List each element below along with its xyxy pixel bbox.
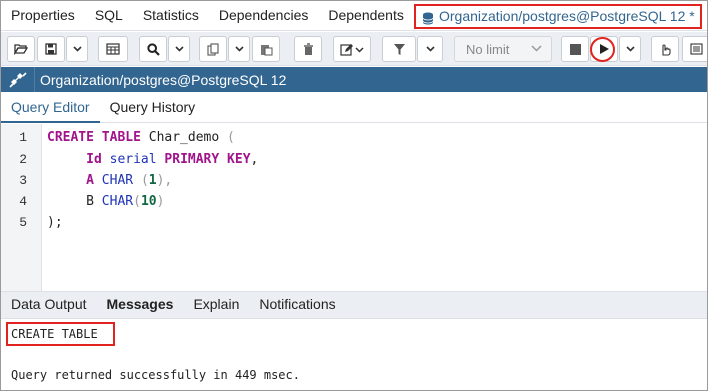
copy-button[interactable] bbox=[199, 36, 227, 62]
editor-title: Organization/postgres@PostgreSQL 12 bbox=[40, 71, 287, 88]
column-type: serial bbox=[109, 152, 157, 167]
edit-grid-button[interactable] bbox=[98, 36, 128, 62]
copy-dropdown-button[interactable] bbox=[228, 36, 250, 62]
tab-explain[interactable]: Explain bbox=[183, 291, 249, 319]
line-number: 3 bbox=[19, 173, 27, 188]
column-type: CHAR bbox=[101, 194, 134, 209]
cancel-query-button[interactable] bbox=[561, 36, 589, 62]
tab-query-tool-label: Organization/postgres@PostgreSQL 12 * bbox=[439, 8, 695, 24]
delete-button[interactable] bbox=[294, 36, 322, 62]
line-number: 2 bbox=[19, 152, 27, 167]
table-name: Char_demo bbox=[140, 130, 228, 145]
paste-button[interactable] bbox=[252, 36, 280, 62]
execute-dropdown-button[interactable] bbox=[619, 36, 641, 62]
line-number-gutter: 1 2 3 4 5 bbox=[1, 124, 42, 292]
line-number: 5 bbox=[19, 215, 27, 230]
length-number: 10 bbox=[140, 194, 157, 209]
save-icon bbox=[45, 43, 57, 55]
copy-icon bbox=[206, 42, 219, 56]
folder-open-icon bbox=[14, 44, 28, 55]
edit-button[interactable] bbox=[333, 36, 371, 62]
trash-icon bbox=[303, 42, 313, 55]
table-icon bbox=[106, 43, 120, 55]
search-icon bbox=[146, 42, 160, 56]
tab-query-history[interactable]: Query History bbox=[100, 93, 206, 123]
paren: ( bbox=[140, 173, 149, 188]
find-button[interactable] bbox=[139, 36, 167, 62]
paren: ( bbox=[133, 194, 141, 209]
row-limit-value: No limit bbox=[466, 41, 510, 57]
chevron-down-icon bbox=[531, 45, 542, 52]
list-icon bbox=[689, 43, 703, 55]
tab-sql[interactable]: SQL bbox=[85, 1, 133, 31]
query-toolbar: No limit bbox=[1, 32, 707, 66]
line-number: 4 bbox=[19, 194, 27, 209]
query-tool-window: Properties SQL Statistics Dependencies D… bbox=[0, 0, 708, 391]
paren: ), bbox=[156, 173, 173, 188]
tab-statistics[interactable]: Statistics bbox=[133, 1, 209, 31]
results-tab-bar: Data Output Messages Explain Notificatio… bbox=[1, 291, 707, 319]
chevron-down-icon bbox=[425, 46, 435, 52]
database-icon bbox=[422, 10, 434, 25]
editor-title-bar: Organization/postgres@PostgreSQL 12 bbox=[1, 67, 707, 92]
commit-button[interactable] bbox=[651, 36, 679, 62]
tab-query-tool[interactable]: Organization/postgres@PostgreSQL 12 * bbox=[414, 4, 702, 29]
paren: ( bbox=[227, 130, 235, 145]
comma: , bbox=[250, 152, 259, 167]
edit-icon bbox=[340, 43, 364, 56]
messages-panel: CREATE TABLE Query returned successfully… bbox=[1, 320, 707, 390]
save-dropdown-button[interactable] bbox=[66, 36, 88, 62]
find-dropdown-button[interactable] bbox=[168, 36, 190, 62]
tab-query-editor[interactable]: Query Editor bbox=[1, 93, 100, 123]
top-tab-bar: Properties SQL Statistics Dependencies D… bbox=[1, 1, 707, 31]
code-line: ); bbox=[47, 215, 63, 230]
message-line: CREATE TABLE bbox=[11, 327, 98, 341]
tab-notifications[interactable]: Notifications bbox=[249, 291, 345, 319]
length-number: 1 bbox=[148, 173, 157, 188]
line-number: 1 bbox=[19, 130, 27, 145]
message-line: Query returned successfully in 449 msec. bbox=[11, 368, 300, 382]
chevron-down-icon bbox=[72, 46, 82, 52]
filter-dropdown-button[interactable] bbox=[417, 36, 443, 62]
stop-icon bbox=[569, 43, 581, 55]
chevron-down-icon bbox=[625, 46, 635, 52]
code-line: A CHAR (1), bbox=[47, 173, 172, 188]
open-file-button[interactable] bbox=[7, 36, 35, 62]
editor-subtabs: Query Editor Query History bbox=[1, 93, 707, 123]
hand-pointer-icon bbox=[662, 43, 671, 56]
statement-end: ); bbox=[47, 215, 63, 230]
tab-dependents[interactable]: Dependents bbox=[318, 1, 414, 31]
tab-dependencies[interactable]: Dependencies bbox=[209, 1, 319, 31]
execute-highlight-circle bbox=[590, 37, 615, 62]
filter-button[interactable] bbox=[382, 36, 416, 62]
tab-messages[interactable]: Messages bbox=[97, 291, 184, 319]
tab-properties[interactable]: Properties bbox=[1, 1, 85, 31]
code-line: B CHAR(10) bbox=[47, 194, 164, 209]
column-type: CHAR bbox=[101, 173, 134, 188]
paren: ) bbox=[156, 194, 165, 209]
chevron-down-icon bbox=[234, 46, 244, 52]
column-name: Id bbox=[86, 152, 102, 167]
code-line: CREATE TABLE Char_demo ( bbox=[47, 130, 235, 145]
column-name: A bbox=[86, 173, 94, 188]
connection-status-icon[interactable] bbox=[1, 67, 35, 92]
paste-icon bbox=[260, 44, 272, 55]
plug-icon bbox=[8, 71, 27, 88]
filter-icon bbox=[393, 43, 405, 55]
code-line: Id serial PRIMARY KEY, bbox=[47, 152, 258, 167]
sql-keyword: CREATE TABLE bbox=[47, 130, 141, 145]
row-limit-select[interactable]: No limit bbox=[454, 36, 552, 62]
sql-keyword: PRIMARY KEY bbox=[164, 152, 251, 167]
macros-button[interactable] bbox=[682, 36, 707, 62]
tab-data-output[interactable]: Data Output bbox=[1, 291, 97, 319]
sql-editor[interactable]: 1 2 3 4 5 CREATE TABLE Char_demo ( Id se… bbox=[1, 124, 707, 292]
chevron-down-icon bbox=[174, 46, 184, 52]
column-name: B bbox=[86, 194, 94, 209]
save-button[interactable] bbox=[37, 36, 65, 62]
